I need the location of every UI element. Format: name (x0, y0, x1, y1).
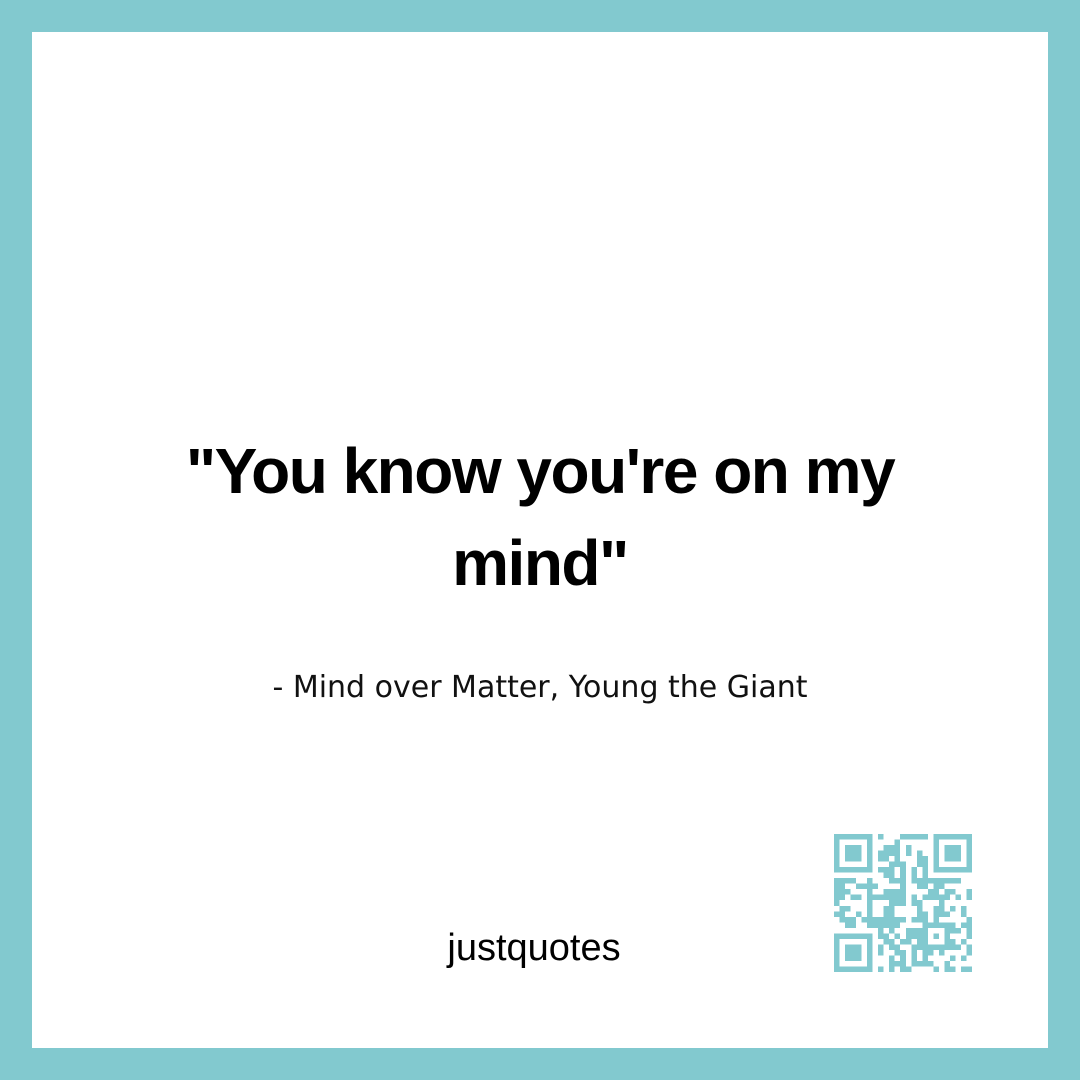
qr-code-graphic (834, 834, 972, 972)
quote-text: "You know you're on my mind" (185, 435, 896, 599)
qr-code-icon[interactable] (834, 834, 972, 972)
brand-name: justquotes (447, 927, 621, 969)
quote-attribution: - Mind over Matter, Young the Giant (272, 670, 808, 705)
